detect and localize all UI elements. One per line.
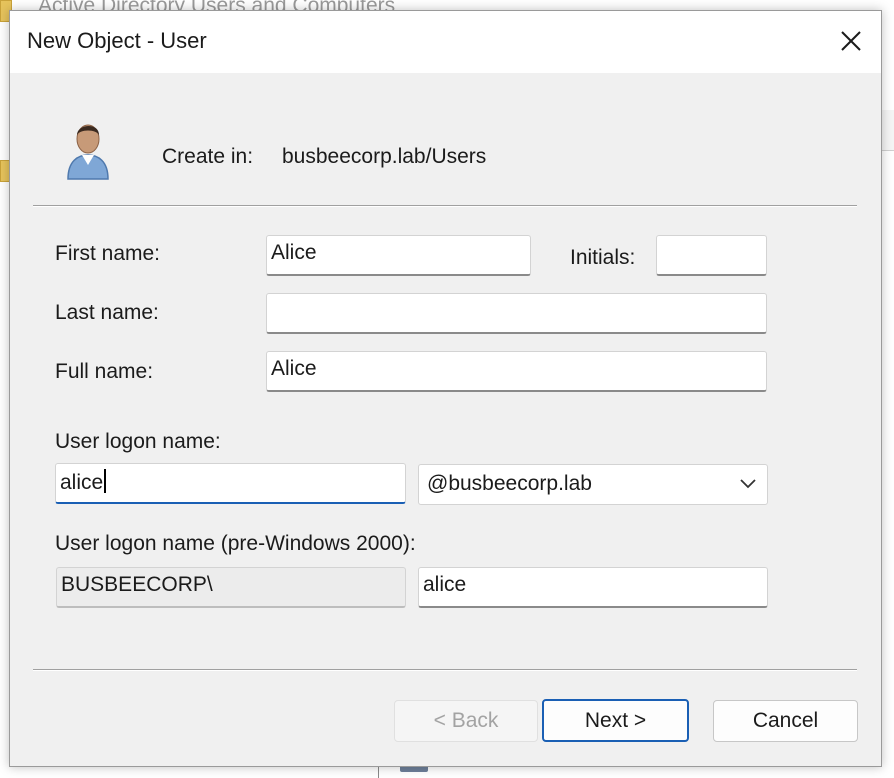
close-icon (841, 31, 861, 51)
cancel-button[interactable]: Cancel (713, 700, 858, 742)
new-user-dialog: New Object - User Create in: busbeecorp.… (9, 10, 882, 767)
separator-top (33, 205, 857, 207)
last-name-input[interactable] (266, 293, 767, 334)
initials-label: Initials: (570, 246, 636, 269)
first-name-label: First name: (55, 242, 161, 265)
dialog-titlebar[interactable]: New Object - User (10, 11, 881, 73)
first-name-input[interactable]: Alice (266, 235, 531, 276)
text-caret (104, 469, 107, 493)
pre2000-label: User logon name (pre-Windows 2000): (55, 532, 416, 555)
logon-name-input[interactable]: alice (55, 463, 406, 504)
chevron-down-icon (740, 479, 756, 489)
create-in-path: busbeecorp.lab/Users (282, 145, 487, 168)
full-name-input[interactable]: Alice (266, 351, 767, 392)
dialog-body: Create in: busbeecorp.lab/Users First na… (10, 73, 881, 766)
upn-suffix-value: @busbeecorp.lab (427, 472, 592, 495)
next-button[interactable]: Next > (542, 699, 689, 742)
back-button[interactable]: < Back (394, 700, 538, 742)
close-button[interactable] (829, 21, 873, 61)
pre2000-domain-field: BUSBEECORP\ (56, 567, 406, 608)
initials-input[interactable] (656, 235, 767, 276)
logon-name-value: alice (60, 471, 104, 494)
full-name-label: Full name: (55, 360, 154, 383)
logon-name-label: User logon name: (55, 430, 221, 453)
upn-suffix-dropdown[interactable]: @busbeecorp.lab (418, 464, 768, 505)
user-icon (67, 124, 109, 180)
separator-bottom (33, 669, 857, 671)
dialog-title: New Object - User (27, 28, 207, 53)
create-in-label: Create in: (162, 145, 254, 168)
last-name-label: Last name: (55, 301, 159, 324)
pre2000-logon-input[interactable]: alice (418, 567, 768, 608)
